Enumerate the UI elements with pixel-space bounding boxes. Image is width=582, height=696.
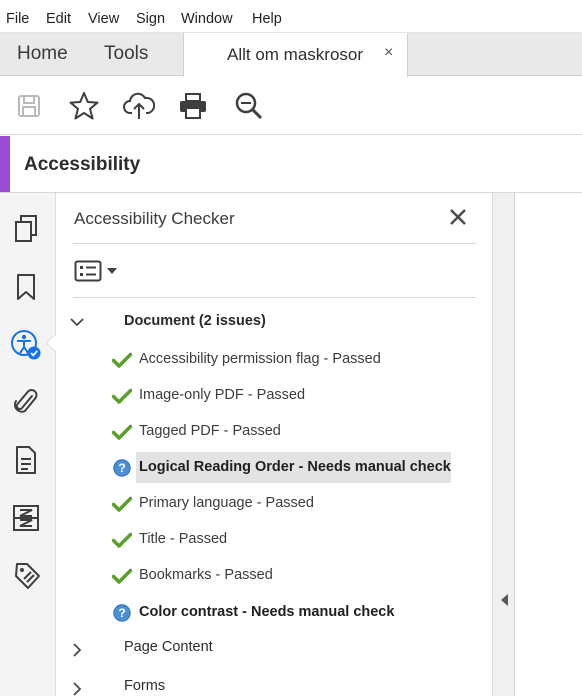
menu-view[interactable]: View [88,11,119,27]
tab-tools[interactable]: Tools [104,43,148,65]
pages-icon[interactable] [9,212,43,246]
tab-document[interactable]: Allt om maskrosor × [183,33,408,77]
menu-bar: File Edit View Sign Window Help [0,0,582,33]
menu-edit[interactable]: Edit [46,11,71,27]
check-item[interactable]: Image-only PDF - Passed [56,381,493,409]
menu-window[interactable]: Window [181,11,233,27]
check-item[interactable]: Bookmarks - Passed [56,561,493,589]
accessibility-check-icon[interactable] [9,328,43,362]
close-tab-icon[interactable]: × [384,44,393,62]
check-item-label: Color contrast - Needs manual check [139,604,395,620]
section-label: Page Content [124,639,213,655]
menu-help[interactable]: Help [252,11,282,27]
panel-collapse-strip[interactable] [493,193,515,696]
document-section-row[interactable]: Document (2 issues) [56,308,493,336]
print-icon[interactable] [176,89,210,123]
divider [73,297,476,298]
upload-cloud-icon[interactable] [122,89,156,123]
close-panel-icon[interactable] [446,205,470,229]
check-item[interactable]: Accessibility permission flag - Passed [56,345,493,373]
check-item-label: Accessibility permission flag - Passed [139,351,381,367]
tab-home[interactable]: Home [17,43,68,65]
forms-section-row[interactable]: Forms [56,673,493,696]
tool-title: Accessibility [24,154,141,175]
save-icon[interactable] [12,89,46,123]
passed-check-icon [112,567,132,585]
passed-check-icon [112,531,132,549]
check-item[interactable]: Tagged PDF - Passed [56,417,493,445]
divider [73,243,476,244]
page-content-section-row[interactable]: Page Content [56,634,493,662]
zoom-search-icon[interactable] [232,89,266,123]
passed-check-icon [112,423,132,441]
attachment-icon[interactable] [9,385,43,419]
tool-panel-header: Accessibility [0,136,582,193]
check-item-label: Image-only PDF - Passed [139,387,306,403]
chevron-right-icon[interactable] [69,681,85,696]
document-tab-title: Allt om maskrosor [227,45,364,64]
svg-text:?: ? [118,606,125,620]
svg-text:?: ? [118,461,125,475]
check-item-label: Logical Reading Order - Needs manual che… [139,459,451,475]
check-item-label: Tagged PDF - Passed [139,423,281,439]
passed-check-icon [112,351,132,369]
accent-stripe [0,136,10,192]
panel-title: Accessibility Checker [74,209,235,228]
section-label: Forms [124,678,166,694]
needs-manual-check-icon: ? [112,604,132,622]
needs-manual-check-icon: ? [112,459,132,477]
check-item[interactable]: Title - Passed [56,525,493,553]
check-item-selected[interactable]: ? Logical Reading Order - Needs manual c… [56,452,493,483]
document-properties-icon[interactable] [9,443,43,477]
passed-check-icon [112,495,132,513]
menu-file[interactable]: File [6,11,29,27]
star-icon[interactable] [67,89,101,123]
chevron-right-icon[interactable] [69,642,85,658]
menu-sign[interactable]: Sign [136,11,165,27]
chevron-down-icon [107,268,117,274]
navigation-rail [0,193,56,696]
check-item[interactable]: ? Color contrast - Needs manual check [56,597,493,625]
check-item[interactable]: Primary language - Passed [56,489,493,517]
tags-icon[interactable] [9,559,43,593]
options-list-icon [74,260,102,282]
collapse-panel-icon [501,594,508,606]
toolbar [0,77,582,135]
chevron-down-icon[interactable] [69,314,85,330]
content-order-icon[interactable] [9,501,43,535]
options-menu-button[interactable] [74,259,120,283]
document-section-label: Document (2 issues) [124,313,266,329]
passed-check-icon [112,387,132,405]
document-view[interactable] [516,193,582,696]
check-item-label: Primary language - Passed [139,495,314,511]
bookmark-icon[interactable] [9,270,43,304]
accessibility-checker-panel: Accessibility Checker Document (2 issues… [56,193,493,696]
check-item-label: Bookmarks - Passed [139,567,273,583]
check-item-label: Title - Passed [139,531,228,547]
